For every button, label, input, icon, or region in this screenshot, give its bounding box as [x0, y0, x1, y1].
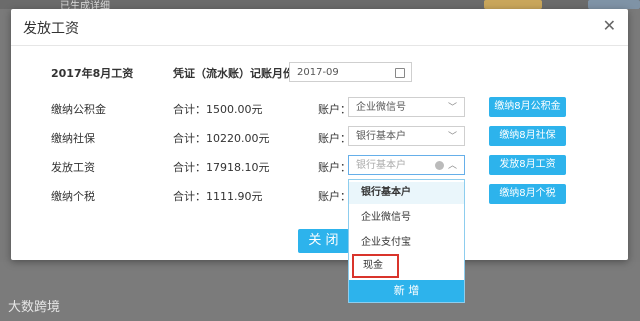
background-area	[0, 262, 640, 321]
account-label: 账户：	[318, 132, 351, 145]
account-value: 银行基本户	[356, 131, 406, 142]
account-label: 账户：	[318, 161, 351, 174]
account-select-social-insurance[interactable]: 银行基本户 ﹀	[348, 126, 465, 146]
pay-social-insurance-button[interactable]: 缴纳8月社保	[489, 126, 566, 146]
voucher-month-value: 2017-09	[297, 67, 339, 78]
pay-income-tax-button[interactable]: 缴纳8月个税	[489, 184, 566, 204]
row-name-income-tax: 缴纳个税	[51, 190, 95, 203]
pay-housing-fund-button[interactable]: 缴纳8月公积金	[489, 97, 566, 117]
salary-dialog: 发放工资 ✕ 2017年8月工资 凭证（流水账）记账月份： 2017-09 缴纳…	[11, 9, 628, 260]
chevron-down-icon: ﹀	[447, 132, 457, 142]
account-label: 账户：	[318, 190, 351, 203]
row-name-housing-fund: 缴纳公积金	[51, 103, 106, 116]
option-cash[interactable]: 现金	[352, 254, 399, 278]
dialog-divider	[11, 45, 628, 46]
option-alipay[interactable]: 企业支付宝	[349, 232, 464, 254]
account-dropdown: 银行基本户 企业微信号 企业支付宝 现金 新 增	[348, 179, 465, 303]
pay-salary-button[interactable]: 发放8月工资	[489, 155, 566, 175]
period-label: 2017年8月工资	[51, 67, 134, 80]
close-button[interactable]: 关 闭	[298, 229, 349, 253]
account-value: 银行基本户	[356, 160, 406, 171]
option-bank-basic[interactable]: 银行基本户	[349, 182, 464, 204]
voucher-month-input[interactable]: 2017-09	[289, 62, 412, 82]
voucher-label: 凭证（流水账）记账月份：	[173, 67, 305, 80]
close-icon[interactable]: ✕	[603, 16, 616, 35]
row-name-social-insurance: 缴纳社保	[51, 132, 95, 145]
row-total-social-insurance: 合计：10220.00元	[173, 132, 270, 145]
account-label: 账户：	[318, 103, 351, 116]
clear-icon[interactable]	[435, 161, 444, 170]
chevron-down-icon: ﹀	[447, 103, 457, 113]
row-name-salary: 发放工资	[51, 161, 95, 174]
background-action-button[interactable]	[484, 0, 542, 9]
chevron-up-icon: ︿	[447, 161, 457, 171]
option-wechat[interactable]: 企业微信号	[349, 207, 464, 229]
row-total-housing-fund: 合计：1500.00元	[173, 103, 263, 116]
row-total-salary: 合计：17918.10元	[173, 161, 270, 174]
calendar-icon[interactable]	[395, 68, 405, 78]
watermark: 大数跨境	[8, 300, 61, 315]
row-total-income-tax: 合计：1111.90元	[173, 190, 263, 203]
dialog-title: 发放工资	[23, 21, 79, 37]
account-select-housing-fund[interactable]: 企业微信号 ﹀	[348, 97, 465, 117]
add-account-button[interactable]: 新 增	[349, 280, 464, 302]
account-value: 企业微信号	[356, 102, 406, 113]
background-secondary-button[interactable]	[588, 0, 640, 9]
account-select-salary[interactable]: 银行基本户 ︿	[348, 155, 465, 175]
